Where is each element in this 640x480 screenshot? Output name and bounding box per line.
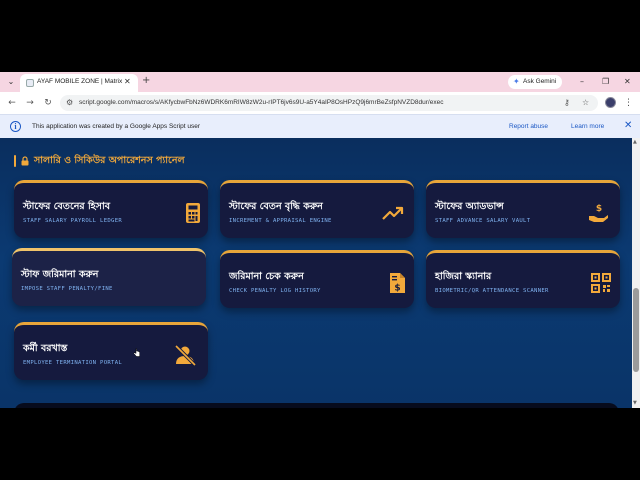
card-subtitle: BIOMETRIC/QR ATTENDANCE SCANNER bbox=[435, 288, 549, 294]
profile-avatar[interactable] bbox=[605, 97, 616, 108]
card-advance-salary[interactable]: স্টাফের অ্যাডভান্স STAFF ADVANCE SALARY … bbox=[426, 180, 620, 238]
reload-icon[interactable]: ↻ bbox=[41, 96, 55, 110]
letterbox-top bbox=[0, 0, 640, 72]
lock-icon bbox=[21, 156, 29, 166]
banner-text: This application was created by a Google… bbox=[32, 123, 201, 130]
card-subtitle: STAFF ADVANCE SALARY VAULT bbox=[435, 218, 531, 224]
letterbox-bottom bbox=[0, 408, 640, 480]
svg-text:$: $ bbox=[596, 204, 602, 214]
card-subtitle: INCREMENT & APPRAISAL ENGINE bbox=[229, 218, 332, 224]
scrollbar-thumb[interactable] bbox=[633, 288, 639, 372]
learn-more-link[interactable]: Learn more bbox=[571, 123, 604, 130]
site-info-icon[interactable]: ⚙ bbox=[66, 96, 73, 110]
url-text: script.google.com/macros/s/AKfycbwFbNz6W… bbox=[79, 99, 444, 106]
back-icon[interactable]: ← bbox=[5, 96, 19, 110]
tab-title: AYAF MOBILE ZONE | Matrix Ne bbox=[37, 78, 123, 85]
section-title: সালারি ও সিকিউর অপারেশনস প্যানেল bbox=[34, 155, 185, 166]
report-abuse-link[interactable]: Report abuse bbox=[509, 123, 548, 130]
star-icon[interactable]: ☆ bbox=[582, 96, 589, 110]
card-title: কর্মী বরখাস্ত bbox=[23, 343, 68, 354]
card-subtitle: CHECK PENALTY LOG HISTORY bbox=[229, 288, 321, 294]
mouse-cursor-icon bbox=[133, 348, 140, 357]
invoice-dollar-icon: $ bbox=[390, 273, 405, 294]
card-staff-salary-ledger[interactable]: স্টাফের বেতনের হিসাব STAFF SALARY PAYROL… bbox=[14, 180, 208, 238]
trending-up-icon bbox=[382, 206, 404, 220]
card-employee-termination[interactable]: কর্মী বরখাস্ত EMPLOYEE TERMINATION PORTA… bbox=[14, 322, 208, 380]
apps-script-banner: i This application was created by a Goog… bbox=[0, 114, 640, 138]
calculator-icon bbox=[186, 203, 200, 223]
page-scrollbar[interactable]: ▲ ▼ bbox=[632, 138, 640, 408]
card-title: স্টাফের অ্যাডভান্স bbox=[435, 201, 504, 212]
card-subtitle: IMPOSE STAFF PENALTY/FINE bbox=[21, 286, 113, 292]
browser-toolbar: ← → ↻ ⚙ script.google.com/macros/s/AKfyc… bbox=[0, 92, 640, 114]
app-content: সালারি ও সিকিউর অপারেশনস প্যানেল স্টাফের… bbox=[0, 138, 632, 408]
minimize-button[interactable]: – bbox=[580, 75, 584, 89]
browser-window: ⌄ AYAF MOBILE ZONE | Matrix Ne ✕ + ✦ Ask… bbox=[0, 72, 640, 408]
menu-icon[interactable]: ⋮ bbox=[624, 96, 633, 110]
favicon-icon bbox=[26, 79, 34, 87]
scroll-down-icon[interactable]: ▼ bbox=[633, 400, 637, 406]
tab-list-icon[interactable]: ⌄ bbox=[4, 75, 18, 89]
card-check-penalty-log[interactable]: জরিমানা চেক করুন CHECK PENALTY LOG HISTO… bbox=[220, 250, 414, 308]
hand-dollar-icon: $ bbox=[589, 204, 608, 222]
card-attendance-scanner[interactable]: হাজিরা স্ক্যানার BIOMETRIC/QR ATTENDANCE… bbox=[426, 250, 620, 308]
forward-icon[interactable]: → bbox=[23, 96, 37, 110]
close-window-button[interactable]: ✕ bbox=[624, 75, 631, 89]
gemini-sparkle-icon: ✦ bbox=[513, 77, 520, 86]
maximize-button[interactable]: ❐ bbox=[602, 75, 609, 89]
card-title: জরিমানা চেক করুন bbox=[229, 271, 304, 282]
svg-text:$: $ bbox=[394, 284, 400, 294]
card-subtitle: EMPLOYEE TERMINATION PORTAL bbox=[23, 360, 123, 366]
tab-strip: ⌄ AYAF MOBILE ZONE | Matrix Ne ✕ + ✦ Ask… bbox=[0, 72, 640, 92]
ask-gemini-label: Ask Gemini bbox=[523, 78, 557, 85]
card-subtitle: STAFF SALARY PAYROLL LEDGER bbox=[23, 218, 123, 224]
info-icon: i bbox=[10, 121, 21, 132]
card-title: স্টাফ জরিমানা করুন bbox=[21, 269, 99, 280]
banner-close-icon[interactable]: ✕ bbox=[624, 120, 632, 132]
user-slash-icon bbox=[174, 344, 196, 366]
browser-tab[interactable]: AYAF MOBILE ZONE | Matrix Ne ✕ bbox=[20, 74, 138, 92]
section-accent-bar bbox=[14, 155, 16, 167]
card-impose-penalty[interactable]: স্টাফ জরিমানা করুন IMPOSE STAFF PENALTY/… bbox=[12, 248, 206, 306]
new-tab-button[interactable]: + bbox=[142, 75, 150, 87]
extension-icon[interactable]: ⚷ bbox=[564, 96, 570, 110]
ask-gemini-button[interactable]: ✦ Ask Gemini bbox=[508, 75, 562, 89]
qr-code-icon bbox=[591, 273, 611, 293]
card-title: হাজিরা স্ক্যানার bbox=[435, 271, 492, 282]
card-increment-appraisal[interactable]: স্টাফের বেতন বৃদ্ধি করুন INCREMENT & APP… bbox=[220, 180, 414, 238]
tab-close-icon[interactable]: ✕ bbox=[124, 77, 131, 86]
card-title: স্টাফের বেতন বৃদ্ধি করুন bbox=[229, 201, 323, 212]
scroll-up-icon[interactable]: ▲ bbox=[633, 139, 637, 145]
address-bar[interactable]: ⚙ script.google.com/macros/s/AKfycbwFbNz… bbox=[60, 95, 598, 111]
card-title: স্টাফের বেতনের হিসাব bbox=[23, 201, 110, 212]
